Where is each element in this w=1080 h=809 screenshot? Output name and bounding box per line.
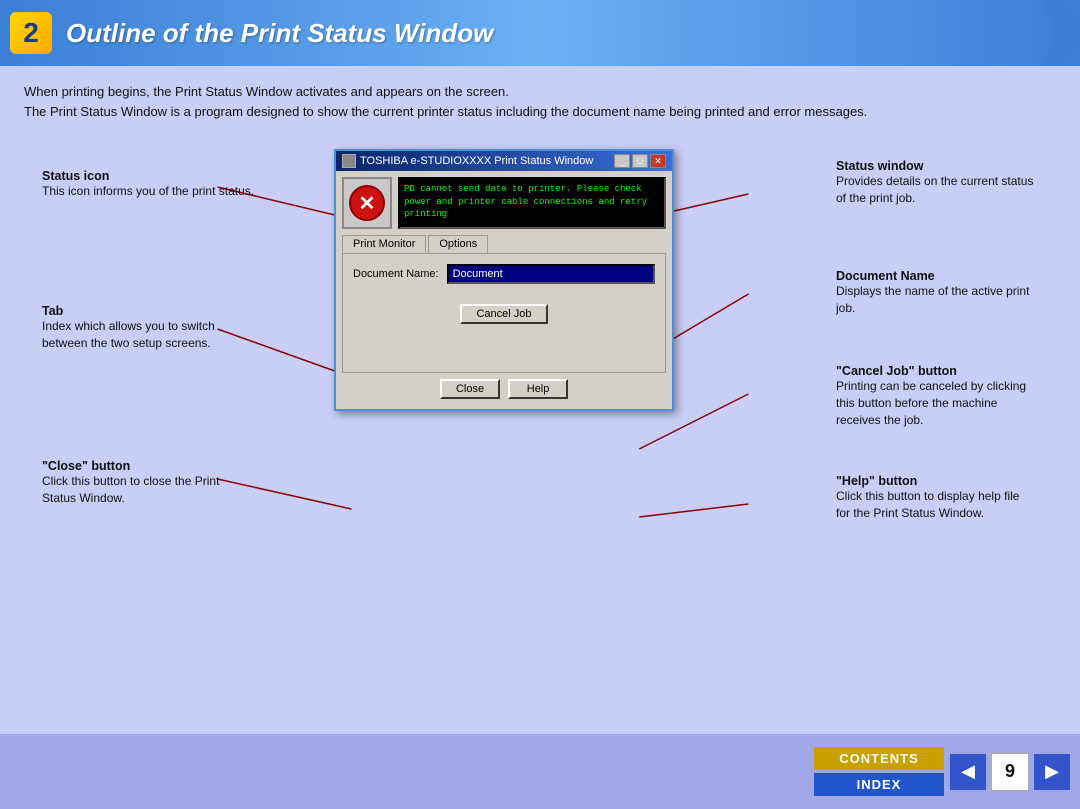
minimize-button[interactable]: _ — [614, 154, 630, 168]
dialog-title-text: TOSHIBA e-STUDIOXXXX Print Status Window — [360, 155, 593, 167]
status-icon-label: Status icon — [42, 169, 254, 183]
dialog-controls: _ □ ✕ — [614, 154, 666, 168]
cancel-job-area: Cancel Job — [353, 304, 655, 324]
cancel-label: "Cancel Job" button — [836, 364, 1036, 378]
tab-options[interactable]: Options — [428, 235, 488, 253]
footer-nav-buttons: CONTENTS INDEX — [814, 747, 944, 796]
status-area: ✕ PD cannot send data to printer. Please… — [342, 177, 666, 229]
next-page-button[interactable]: ▶ — [1034, 754, 1070, 790]
footer: CONTENTS INDEX ◀ 9 ▶ — [0, 734, 1080, 809]
annotation-document-name: Document Name Displays the name of the a… — [836, 269, 1036, 317]
tab-desc: Index which allows you to switch between… — [42, 319, 215, 350]
annotation-help-button: "Help" button Click this button to displ… — [836, 474, 1036, 522]
annotation-cancel-job: "Cancel Job" button Printing can be canc… — [836, 364, 1036, 428]
header-arrow-icon — [1040, 0, 1080, 66]
dialog-app-icon — [342, 154, 356, 168]
document-name-input[interactable]: Document — [447, 264, 655, 284]
diagram-area: Status icon This icon informs you of the… — [24, 139, 1056, 609]
chapter-number: 2 — [10, 12, 52, 54]
dialog-window: TOSHIBA e-STUDIOXXXX Print Status Window… — [334, 149, 674, 411]
page-container: 2 Outline of the Print Status Window Whe… — [0, 0, 1080, 809]
dialog-tab-content: Document Name: Document Cancel Job — [342, 253, 666, 373]
annotation-status-window: Status window Provides details on the cu… — [836, 159, 1036, 207]
cancel-job-button[interactable]: Cancel Job — [460, 304, 547, 324]
status-window-desc: Provides details on the current status o… — [836, 174, 1033, 205]
help-label: "Help" button — [836, 474, 1036, 488]
status-window-label: Status window — [836, 159, 1036, 173]
dialog-titlebar: TOSHIBA e-STUDIOXXXX Print Status Window… — [336, 151, 672, 171]
page-number: 9 — [990, 752, 1030, 792]
status-icon-desc: This icon informs you of the print statu… — [42, 184, 254, 198]
doc-name-desc: Displays the name of the active print jo… — [836, 284, 1029, 315]
intro-line1: When printing begins, the Print Status W… — [24, 84, 509, 99]
close-desc: Click this button to close the Print Sta… — [42, 474, 219, 505]
close-label: "Close" button — [42, 459, 242, 473]
error-icon: ✕ — [349, 185, 385, 221]
help-button[interactable]: Help — [508, 379, 568, 399]
help-desc: Click this button to display help file f… — [836, 489, 1019, 520]
status-message-box: PD cannot send data to printer. Please c… — [398, 177, 666, 229]
maximize-button[interactable]: □ — [632, 154, 648, 168]
status-icon-box: ✕ — [342, 177, 392, 229]
annotation-close-button: "Close" button Click this button to clos… — [42, 459, 242, 507]
intro-paragraph: When printing begins, the Print Status W… — [24, 82, 1056, 121]
annotation-tab: Tab Index which allows you to switch bet… — [42, 304, 222, 352]
cancel-desc: Printing can be canceled by clicking thi… — [836, 379, 1026, 427]
dialog-body: ✕ PD cannot send data to printer. Please… — [336, 171, 672, 409]
annotation-status-icon: Status icon This icon informs you of the… — [42, 169, 254, 200]
close-button[interactable]: Close — [440, 379, 500, 399]
doc-name-label: Document Name — [836, 269, 1036, 283]
index-button[interactable]: INDEX — [814, 773, 944, 796]
dialog-box: TOSHIBA e-STUDIOXXXX Print Status Window… — [334, 149, 674, 411]
document-name-field-label: Document Name: — [353, 268, 439, 280]
dialog-close-button[interactable]: ✕ — [650, 154, 666, 168]
dialog-bottom-buttons: Close Help — [342, 379, 666, 403]
intro-line2: The Print Status Window is a program des… — [24, 104, 867, 119]
tab-print-monitor[interactable]: Print Monitor — [342, 235, 426, 253]
page-title: Outline of the Print Status Window — [66, 18, 493, 49]
dialog-tabs: Print Monitor Options — [342, 235, 666, 253]
document-name-row: Document Name: Document — [353, 264, 655, 284]
prev-page-button[interactable]: ◀ — [950, 754, 986, 790]
main-content: When printing begins, the Print Status W… — [0, 66, 1080, 619]
footer-page-area: ◀ 9 ▶ — [950, 752, 1070, 792]
header: 2 Outline of the Print Status Window — [0, 0, 1080, 66]
tab-label: Tab — [42, 304, 222, 318]
titlebar-left: TOSHIBA e-STUDIOXXXX Print Status Window — [342, 154, 593, 168]
contents-button[interactable]: CONTENTS — [814, 747, 944, 770]
